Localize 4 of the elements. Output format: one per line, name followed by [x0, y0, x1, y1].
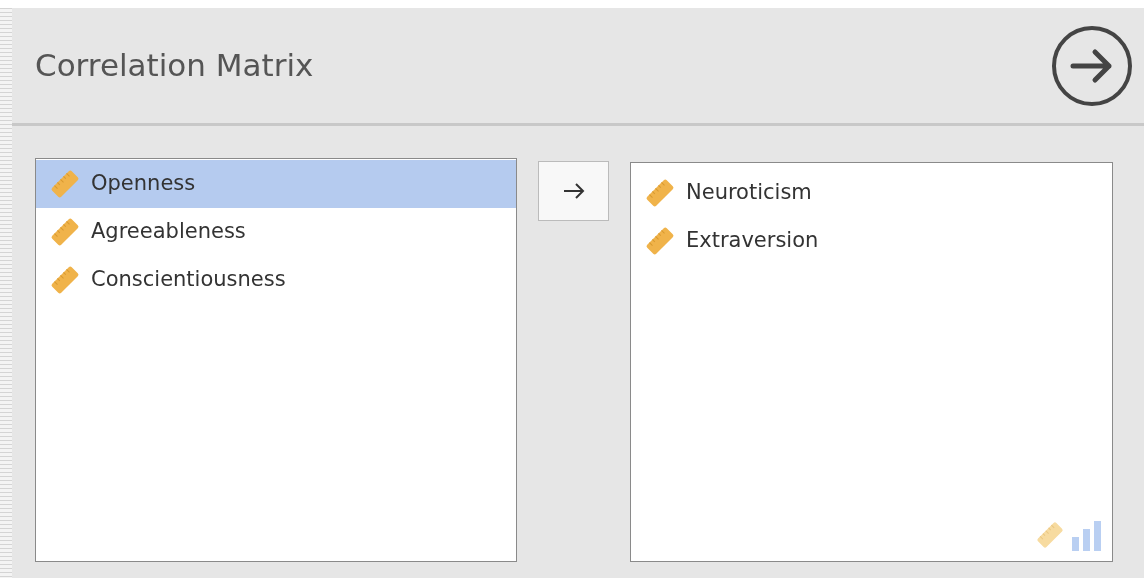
panel-title: Correlation Matrix: [35, 46, 314, 86]
bar-chart-icon: [1072, 521, 1102, 551]
variable-item[interactable]: Openness: [36, 160, 516, 208]
right-arrow-icon: [562, 183, 585, 199]
